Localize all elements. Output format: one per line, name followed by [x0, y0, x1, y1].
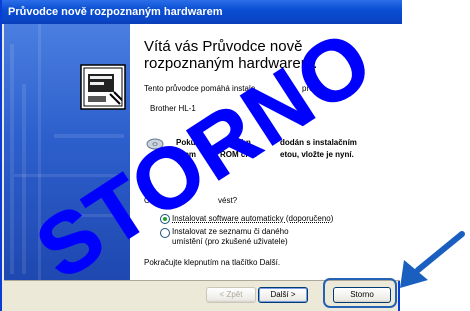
- radio-list-install-label-2[interactable]: umístění (pro zkušené uživatele): [172, 237, 288, 246]
- back-button[interactable]: < Zpět: [206, 287, 256, 303]
- hardware-wizard-icon: [80, 64, 126, 110]
- radio-list-install-label-1[interactable]: Instalovat ze seznamu či daného: [172, 227, 289, 236]
- intro-tail-text: pro:: [302, 84, 316, 93]
- radio-auto-install-label[interactable]: Instalovat software automaticky (doporuč…: [172, 214, 333, 223]
- cd-icon: [146, 138, 164, 150]
- continue-text: Pokračujte klepnutím na tlačítko Další.: [144, 258, 281, 267]
- device-name: Brother HL-1: [150, 104, 196, 113]
- arrow-icon: [400, 231, 465, 288]
- intro-text: Tento průvodce pomáhá instalo: [144, 84, 256, 93]
- wizard-heading: Vítá vás Průvodce nově rozpoznaným hardw…: [144, 38, 318, 72]
- cd-text-1c: dodán s instalačním: [280, 138, 357, 147]
- question-tail-text: vést?: [218, 196, 238, 205]
- wizard-window: Průvodce nově rozpoznaným hardwarem Vítá…: [0, 0, 402, 311]
- question-text: Co chcete: [144, 196, 181, 205]
- wizard-banner: [4, 24, 130, 280]
- next-button[interactable]: Další >: [258, 287, 308, 303]
- cd-text-1b: as hn: [230, 138, 251, 147]
- cd-text-1a: Pokud: [176, 138, 201, 147]
- cd-text-2a: kem: [180, 150, 197, 159]
- radio-auto-install[interactable]: [160, 214, 170, 224]
- cancel-highlight-frame: [323, 278, 397, 308]
- wizard-content: Vítá vás Průvodce nově rozpoznaným hardw…: [130, 24, 400, 280]
- title-bar: Průvodce nově rozpoznaným hardwarem: [2, 0, 402, 24]
- cd-text-2c: etou, vložte je nyní.: [280, 150, 354, 159]
- radio-list-install[interactable]: [160, 228, 170, 238]
- cd-text-2b: ROM či di: [220, 150, 257, 159]
